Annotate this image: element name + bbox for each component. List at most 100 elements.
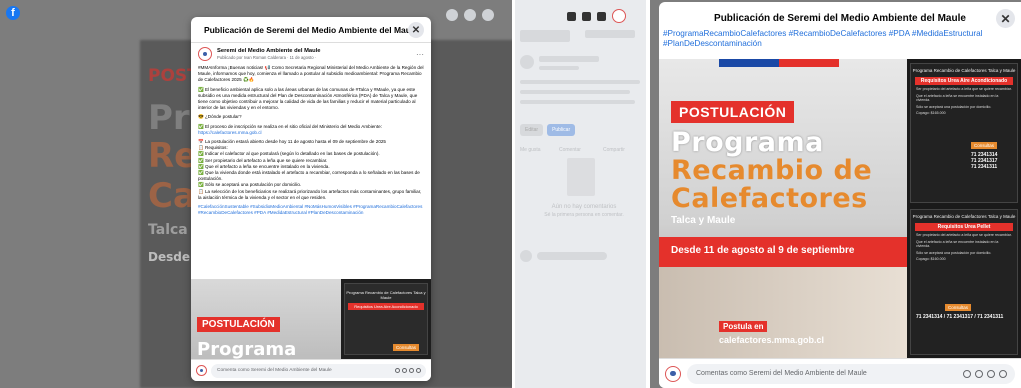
card-title: Programa Recambio de Calefactores Talca … <box>346 290 426 300</box>
card-consultas: Consultas <box>945 304 972 311</box>
card-item: Sólo se aceptará una postulación por dom… <box>916 104 992 109</box>
comment-input[interactable]: Comentas como Seremi del Medio Ambiente … <box>687 363 1015 384</box>
no-comments-title: Aún no hay comentarios <box>551 204 617 210</box>
close-button[interactable]: ✕ <box>408 22 424 38</box>
post-hashtags[interactable]: #ProgramaRecambioCalefactores #RecambioD… <box>663 29 1019 49</box>
flag-stripe <box>719 59 839 67</box>
card-requirements: Requisitos Urea Aire Acondicionado <box>348 303 424 310</box>
gif-icon[interactable] <box>999 369 1007 378</box>
notifications-icon[interactable] <box>597 11 606 21</box>
post-paragraph: #MMAInforma ¡Buenas noticias! 📢 Como Sec… <box>198 65 424 83</box>
comment-bar: Comentas como Seremi del Medio Ambiente … <box>659 358 1021 388</box>
comment-input[interactable]: Comenta como Seremi del Medio Ambiente d… <box>211 363 426 378</box>
action-buttons: Editar Publicar <box>520 124 576 136</box>
poster-postula-en: Postula en <box>719 321 768 332</box>
poster-right: Programa Recambio de Calefactores Talca … <box>341 279 431 359</box>
like-button[interactable]: Me gusta <box>520 147 541 153</box>
gif-icon[interactable] <box>416 368 421 373</box>
card-consultas: Consultas <box>971 142 998 149</box>
post-body: #MMAInforma ¡Buenas noticias! 📢 Como Sec… <box>191 65 431 216</box>
page-name[interactable]: Seremi del Medio Ambiente del Maule <box>217 48 321 54</box>
no-comments-message: Aún no hay comentarios Sé la primera per… <box>529 203 639 219</box>
ghost-line <box>539 56 599 62</box>
card-item: Sólo se aceptará una postulación por dom… <box>916 250 992 255</box>
poster-programa: Programa <box>671 127 824 158</box>
menu-icon[interactable] <box>446 9 458 21</box>
comment-button[interactable]: Comentar <box>559 147 581 153</box>
messenger-icon[interactable] <box>582 11 591 21</box>
modal-header: Publicación de Seremi del Medio Ambiente… <box>191 17 431 43</box>
commenter-avatar <box>665 365 681 382</box>
post-paragraph: 📋 La selección de los beneficiarios se r… <box>198 188 422 200</box>
poster-right: Programa Recambio de Calefactores Talca … <box>907 59 1021 359</box>
screenshot-panel-left: POST Pr Re Cal Talca y Desde 11 f Public… <box>0 0 512 388</box>
ghost-avatar <box>520 55 534 69</box>
menu-icon[interactable] <box>567 11 576 21</box>
card-item: Que el artefacto a leña se encuentre ins… <box>916 93 999 103</box>
requirements-card-1: Programa Recambio de Calefactores Talca … <box>910 63 1018 203</box>
card-item: Ser propietario del artefacto a leña que… <box>916 233 1012 237</box>
bg-text-programa: Pr <box>148 98 190 138</box>
post-modal-zoomed: Publicación de Seremi del Medio Ambiente… <box>659 2 1021 388</box>
emoji-icon[interactable] <box>402 368 407 373</box>
profile-avatar[interactable] <box>612 9 626 23</box>
page-avatar[interactable] <box>198 47 212 61</box>
poster-website: calefactores.mma.gob.cl <box>719 335 825 345</box>
camera-icon[interactable] <box>409 368 414 373</box>
ghost-line <box>585 30 635 38</box>
emoji-icon[interactable] <box>975 369 983 378</box>
card-requirements: Requisitos Urea Aire Acondicionado <box>915 77 1013 85</box>
poster-recambio: Recambio de <box>671 155 873 186</box>
ghost-line <box>520 30 570 42</box>
sticker-icon[interactable] <box>963 369 971 378</box>
poster-postulacion: POSTULACIÓN <box>197 317 280 332</box>
card-item: Copago: $160.000 <box>916 257 946 261</box>
post-paragraph: ✅ Que la vivienda donde está instalado e… <box>198 170 420 182</box>
ghost-avatar <box>520 250 532 262</box>
comment-placeholder: Comenta como Seremi del Medio Ambiente d… <box>217 368 332 373</box>
post-link[interactable]: https://calefactores.mma.gob.cl <box>198 130 424 136</box>
facebook-logo-icon[interactable]: f <box>6 6 20 20</box>
editar-button[interactable]: Editar <box>520 124 544 136</box>
card-phones: 71 2341314 71 2341317 71 2341311 <box>971 152 998 170</box>
post-header: Seremi del Medio Ambiente del Maule Publ… <box>191 43 431 65</box>
camera-icon[interactable] <box>987 369 995 378</box>
ghost-comment-box <box>537 252 607 260</box>
screenshot-panel-right: Publicación de Seremi del Medio Ambiente… <box>650 0 1021 388</box>
modal-title: Publicación de Seremi del Medio Ambiente… <box>714 12 966 24</box>
poster-programa: Programa <box>197 339 297 360</box>
no-comments-sub: Sé la primera persona en comentar. <box>544 212 624 218</box>
comment-tools <box>395 368 421 373</box>
requirements-card-2: Programa Recambio de Calefactores Talca … <box>910 209 1018 355</box>
card-title: Programa Recambio de Calefactores Talca … <box>912 68 1016 73</box>
close-button[interactable]: ✕ <box>996 9 1015 28</box>
ghost-line <box>520 80 640 84</box>
post-hashtags[interactable]: #CalefacciónSustentable #SubsidioMedioAm… <box>198 204 424 216</box>
bg-text-recambio: Re <box>148 136 198 176</box>
ghost-line <box>520 90 630 94</box>
post-modal: Publicación de Seremi del Medio Ambiente… <box>191 17 431 381</box>
messenger-icon[interactable] <box>464 9 476 21</box>
poster-dates: Desde 11 de agosto al 9 de septiembre <box>671 245 855 256</box>
modal-title: Publicación de Seremi del Medio Ambiente… <box>203 24 419 35</box>
poster-talca: Talca y Maule <box>671 215 736 226</box>
card-title: Programa Recambio de Calefactores Talca … <box>912 214 1016 219</box>
publicar-button[interactable]: Publicar <box>547 124 576 136</box>
more-options-icon[interactable]: ··· <box>416 50 424 59</box>
top-nav-icons <box>567 9 626 23</box>
comment-placeholder: Comentas como Seremi del Medio Ambiente … <box>696 370 867 377</box>
empty-comments-icon <box>567 158 595 196</box>
post-paragraph: ✅ El beneficio ambiental aplica solo a l… <box>198 86 418 111</box>
card-item: Que el artefacto a leña se encuentre ins… <box>916 239 999 249</box>
ghost-line <box>539 66 579 70</box>
card-consultas: Consultas <box>393 344 420 351</box>
card-phones: 71 2341314 / 71 2341317 / 71 2341311 <box>916 314 1004 320</box>
post-image[interactable]: POSTULACIÓN Programa Recambio de Calefac… <box>659 59 1021 359</box>
sticker-icon[interactable] <box>395 368 400 373</box>
post-meta: Publicado por Ivan Roman Calderara · 11 … <box>217 55 317 60</box>
post-paragraph: 😎 ¿Dónde postular? <box>198 114 242 120</box>
comment-tools <box>963 369 1007 378</box>
poster-heater-photo <box>659 267 907 359</box>
share-button[interactable]: Compartir <box>603 147 625 153</box>
notifications-icon[interactable] <box>482 9 494 21</box>
